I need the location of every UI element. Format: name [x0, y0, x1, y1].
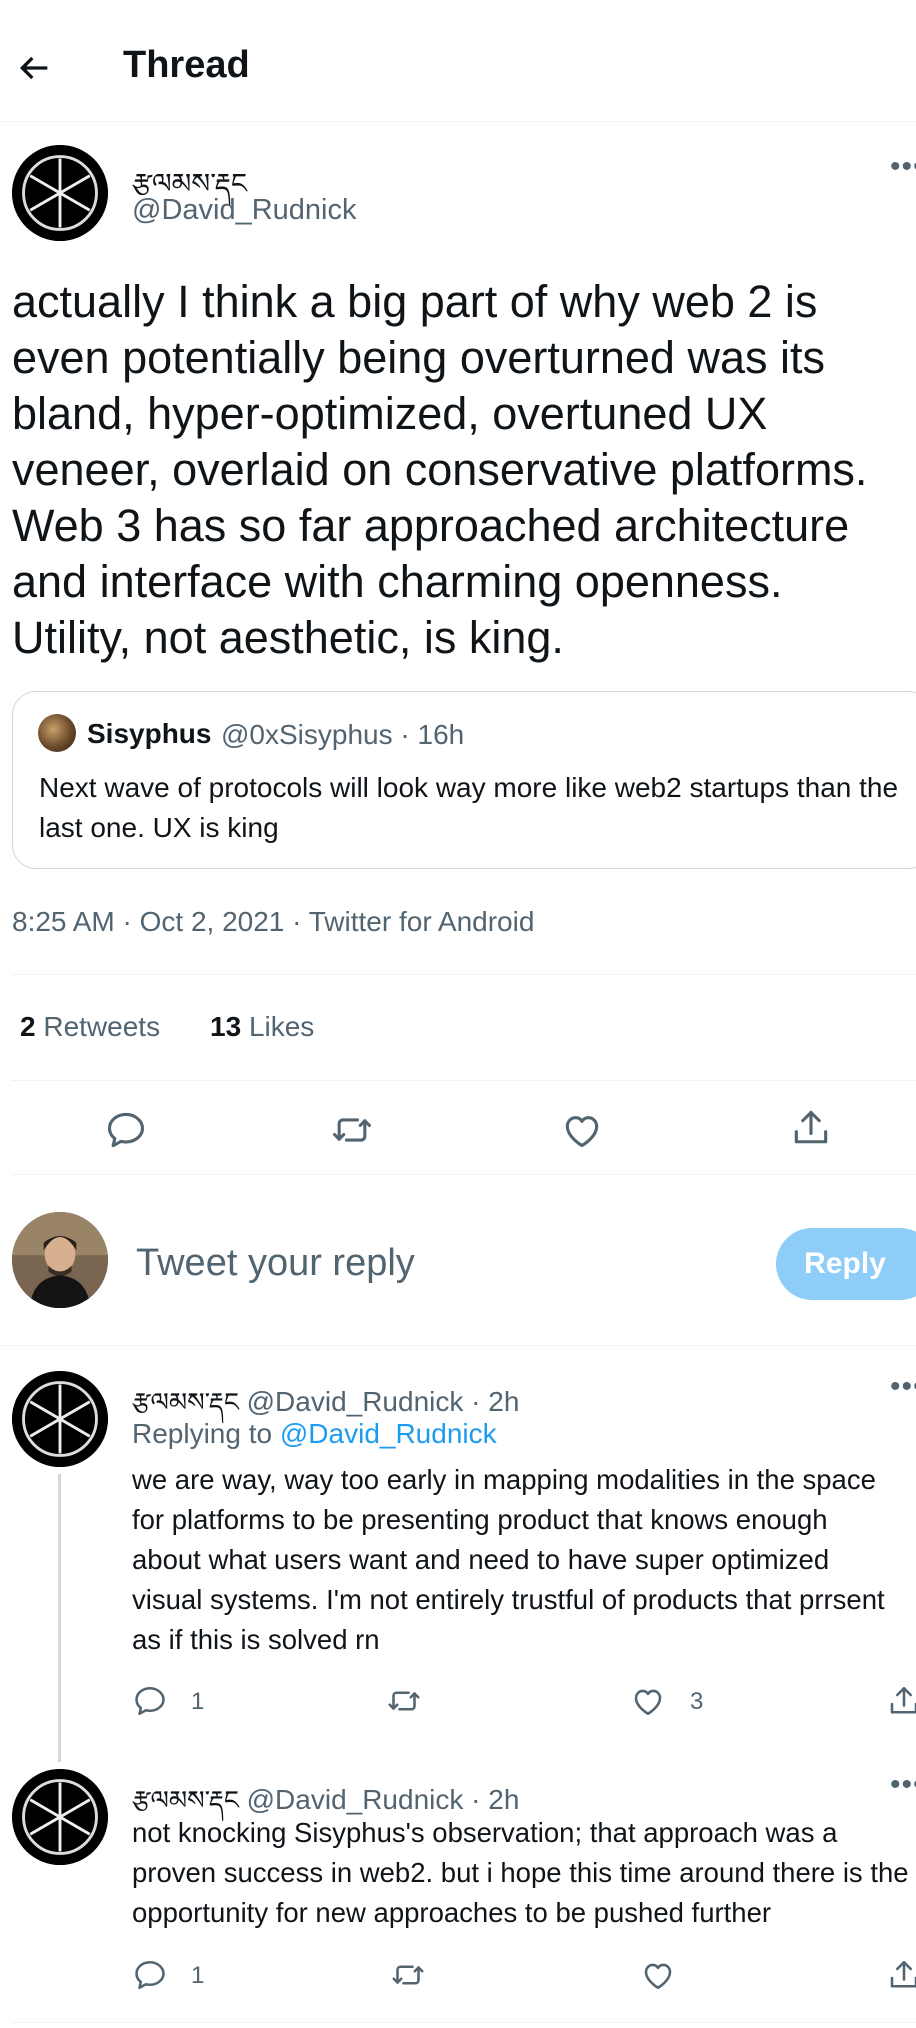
quote-text: Next wave of protocols will look way mor…	[39, 772, 899, 843]
like-button[interactable]	[640, 1957, 676, 1993]
avatar-image	[12, 1769, 108, 1865]
reply-handle-time: @David_Rudnick · 2h	[246, 1784, 520, 1815]
replying-to: Replying to @David_Rudnick	[132, 1418, 497, 1450]
tweet-timestamp: 8:25 AM · Oct 2, 2021 · Twitter for Andr…	[12, 906, 535, 937]
share-icon	[890, 1960, 916, 1988]
reply-avatar[interactable]	[12, 1769, 108, 1865]
like-button[interactable]	[560, 1108, 604, 1152]
compose-divider	[0, 1345, 916, 1346]
avatar[interactable]	[12, 145, 108, 241]
likes-label: Likes	[248, 1011, 315, 1042]
retweet-icon	[392, 1965, 424, 1985]
bottom-divider	[12, 2022, 916, 2023]
retweet-icon	[388, 1691, 420, 1711]
comment-icon	[107, 1112, 145, 1148]
heart-icon	[634, 1689, 662, 1716]
reply-text: not knocking Sisyphus's observation; tha…	[132, 1817, 909, 1928]
retweets-label: Retweets	[43, 1011, 161, 1042]
header-divider	[0, 121, 916, 122]
quote-author-name: Sisyphus	[87, 718, 212, 749]
reply-count: 1	[191, 1962, 205, 1989]
stats-divider	[12, 1080, 916, 1081]
reply-avatar[interactable]	[12, 1371, 108, 1467]
thread-connector-line	[58, 1474, 61, 1762]
quote-avatar	[38, 714, 76, 752]
share-button[interactable]	[789, 1106, 833, 1150]
likes-stat[interactable]: 13 Likes	[210, 1011, 314, 1043]
heart-icon	[644, 1963, 672, 1990]
reply-button[interactable]	[104, 1108, 148, 1152]
retweet-button[interactable]	[386, 1683, 422, 1719]
more-options-icon[interactable]: •••	[890, 150, 916, 184]
share-icon	[794, 1110, 828, 1144]
quote-handle-time: @0xSisyphus · 16h	[221, 719, 465, 750]
avatar-image	[12, 1371, 108, 1467]
tweet-text: actually I think a big part of why web 2…	[12, 276, 868, 663]
replying-to-prefix: Replying to	[132, 1418, 280, 1449]
comment-icon	[135, 1686, 165, 1716]
comment-icon	[135, 1960, 165, 1990]
like-count: 3	[690, 1688, 704, 1715]
reply-text: we are way, way too early in mapping mod…	[132, 1464, 885, 1655]
share-button[interactable]	[886, 1957, 916, 1993]
compose-avatar	[12, 1212, 108, 1308]
retweets-stat[interactable]: 2 Retweets	[20, 1011, 160, 1043]
retweet-button[interactable]	[390, 1957, 426, 1993]
reply-input[interactable]: Tweet your reply	[136, 1242, 415, 1285]
meta-divider	[12, 974, 916, 975]
reply-submit-button[interactable]: Reply	[776, 1228, 916, 1300]
reply-button[interactable]	[132, 1957, 168, 1993]
arrow-left-icon	[19, 56, 48, 80]
page-title: Thread	[123, 44, 250, 86]
reply-handle-time: @David_Rudnick · 2h	[246, 1386, 520, 1417]
author-handle[interactable]: @David_Rudnick	[132, 194, 356, 227]
like-button[interactable]	[630, 1683, 666, 1719]
retweet-button[interactable]	[330, 1108, 374, 1152]
reply-count: 1	[191, 1688, 205, 1715]
quoted-tweet[interactable]: Sisyphus @0xSisyphus · 16h Next wave of …	[12, 691, 916, 869]
reply-display-name: རྩལམས་རྡང	[132, 1786, 239, 1816]
share-button[interactable]	[886, 1683, 916, 1719]
retweets-count: 2	[20, 1011, 36, 1042]
more-options-icon[interactable]: •••	[890, 1768, 916, 1802]
back-button[interactable]	[14, 48, 54, 88]
reply-button[interactable]	[132, 1683, 168, 1719]
reply-display-name: རྩལམས་རྡང	[132, 1388, 239, 1418]
avatar-image	[12, 145, 108, 241]
more-options-icon[interactable]: •••	[890, 1370, 916, 1404]
actions-divider	[12, 1174, 916, 1175]
retweet-icon	[333, 1118, 371, 1142]
likes-count: 13	[210, 1011, 242, 1042]
share-icon	[890, 1686, 916, 1714]
heart-icon	[565, 1116, 599, 1148]
replying-to-link[interactable]: @David_Rudnick	[280, 1418, 497, 1449]
